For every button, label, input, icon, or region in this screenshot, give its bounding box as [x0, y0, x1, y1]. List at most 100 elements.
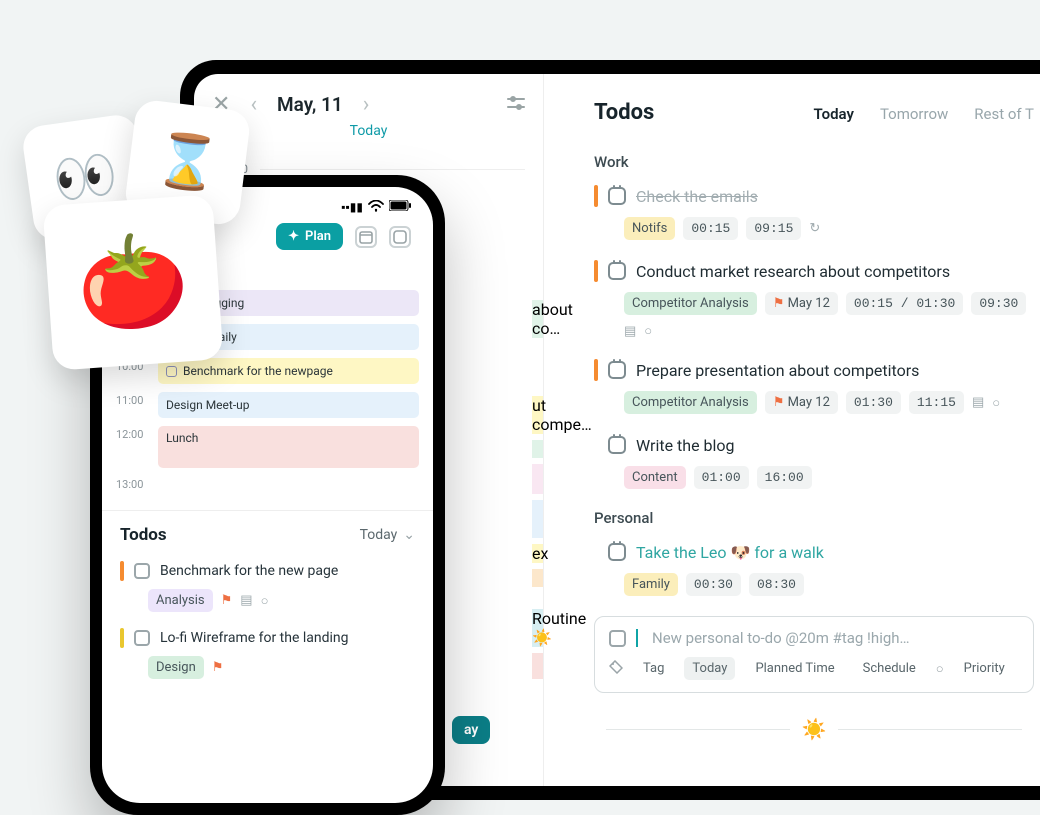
flag-icon: ⚑ [773, 296, 785, 311]
event-bar[interactable] [532, 464, 543, 494]
checkbox[interactable] [134, 630, 150, 646]
flag-icon[interactable]: ⚑ [212, 660, 224, 675]
tag-chip[interactable]: Family [624, 573, 678, 596]
calendar-button[interactable] [355, 226, 377, 248]
tag-chip[interactable]: Design [148, 656, 204, 679]
date-tabs: Today Tomorrow Rest of T [814, 105, 1034, 123]
tag-chip[interactable]: Content [624, 466, 686, 489]
priority-indicator [120, 561, 124, 581]
todo-title: Write the blog [636, 436, 735, 455]
event-benchmark[interactable]: Benchmark for the newpage [158, 358, 419, 384]
tag-chip[interactable]: Competitor Analysis [624, 391, 757, 414]
todo-title: Prepare presentation about competitors [636, 361, 919, 380]
todo-title: Take the Leo 🐶 for a walk [636, 543, 824, 562]
time-chip: 09:30 [971, 292, 1026, 315]
signal-icon: ▪▪▮▮ [341, 200, 363, 214]
event-bar[interactable] [532, 440, 543, 458]
todo-item[interactable]: Check the emails Notifs 00:15 09:15 ↻ [594, 185, 1034, 240]
emoji-card-tomato: 🍅 [42, 194, 223, 370]
opt-today[interactable]: Today [684, 657, 735, 680]
new-todo-placeholder: New personal to-do @20m #tag !high… [652, 629, 910, 647]
calendar-icon [608, 262, 626, 280]
date-selector[interactable]: Today ⌄ [360, 527, 415, 543]
opt-planned-time[interactable]: Planned Time [747, 657, 842, 680]
checkbox[interactable] [134, 563, 150, 579]
priority-indicator [594, 185, 598, 207]
duration-chip: 00:15 / 01:30 [846, 292, 963, 315]
event-bar[interactable]: ex [532, 544, 543, 563]
duration-chip: 01:30 [846, 391, 901, 414]
tag-chip[interactable]: Notifs [624, 217, 675, 240]
circle-icon: ○ [936, 661, 944, 677]
chevron-right-icon[interactable]: › [363, 92, 370, 117]
today-link[interactable]: Today [212, 123, 525, 139]
today-pill[interactable]: ay [452, 716, 490, 744]
todo-title: Benchmark for the new page [160, 563, 338, 579]
duration-chip: 00:30 [686, 573, 741, 596]
circle-icon[interactable]: ○ [644, 323, 652, 339]
chevron-left-icon[interactable]: ‹ [250, 92, 257, 117]
calendar-icon [608, 187, 626, 205]
date-title: May, 11 [277, 93, 343, 116]
new-todo-composer[interactable]: New personal to-do @20m #tag !high… Tag … [594, 616, 1034, 693]
event-lunch[interactable]: Lunch [158, 426, 419, 468]
event-bar[interactable]: about co… [532, 300, 543, 338]
todo-item[interactable]: Benchmark for the new page Analysis ⚑ ▤ … [120, 561, 415, 612]
priority-indicator [594, 541, 598, 563]
opt-priority[interactable]: Priority [956, 657, 1013, 680]
todo-item[interactable]: Prepare presentation about competitors C… [594, 359, 1034, 414]
settings-icon[interactable] [507, 94, 525, 115]
opt-schedule[interactable]: Schedule [855, 657, 924, 680]
note-icon[interactable]: ▤ [240, 593, 252, 608]
calendar-icon [608, 361, 626, 379]
plan-button[interactable]: ✦ Plan [276, 223, 343, 250]
flag-chip[interactable]: ⚑ May 12 [765, 292, 838, 315]
event-bar[interactable] [532, 653, 543, 679]
event-design-meetup[interactable]: Design Meet-up [158, 392, 419, 418]
todo-item[interactable]: Conduct market research about competitor… [594, 260, 1034, 339]
event-bar[interactable] [532, 500, 543, 538]
chevron-down-icon: ⌄ [403, 527, 415, 543]
sunset-separator: ☀️ [594, 717, 1034, 741]
flag-icon[interactable]: ⚑ [221, 593, 233, 608]
tab-rest[interactable]: Rest of T [974, 105, 1034, 123]
battery-icon [389, 200, 411, 214]
priority-indicator [120, 628, 124, 648]
checkbox[interactable] [609, 630, 626, 647]
list-button[interactable] [389, 226, 411, 248]
tomato-icon: 🍅 [73, 226, 192, 339]
circle-icon[interactable]: ○ [992, 395, 1000, 411]
hour-label: 12:00 [116, 426, 148, 441]
tab-today[interactable]: Today [814, 105, 854, 123]
note-icon[interactable]: ▤ [624, 324, 636, 339]
event-bar[interactable]: ut compe… [532, 396, 543, 434]
tag-icon [609, 660, 623, 678]
time-chip: 08:30 [749, 573, 804, 596]
duration-chip: 00:15 [683, 217, 738, 240]
opt-tag[interactable]: Tag [635, 657, 672, 680]
page-title: Todos [594, 100, 654, 125]
circle-icon[interactable]: ○ [261, 593, 269, 609]
hourglass-icon: ⌛ [152, 128, 224, 196]
tag-chip[interactable]: Analysis [148, 589, 213, 612]
phone-todos-section: Todos Today ⌄ Benchmark for the new page… [102, 510, 433, 693]
repeat-icon: ↻ [809, 221, 820, 236]
event-bar[interactable] [532, 569, 543, 587]
checkbox-small[interactable] [166, 366, 177, 377]
flag-chip[interactable]: ⚑ May 12 [765, 391, 838, 414]
todo-title: Check the emails [636, 187, 758, 206]
time-chip: 11:15 [909, 391, 964, 414]
flag-icon: ⚑ [773, 395, 785, 410]
sparkle-icon: ✦ [288, 229, 299, 244]
todo-item[interactable]: Write the blog Content 01:00 16:00 [594, 434, 1034, 489]
calendar-icon [608, 436, 626, 454]
todos-heading: Todos Today ⌄ [120, 525, 415, 545]
calendar-icon [608, 543, 626, 561]
event-bar[interactable]: Routine ☀️ [532, 609, 543, 647]
todo-item[interactable]: Take the Leo 🐶 for a walk Family 00:30 0… [594, 541, 1034, 596]
tab-tomorrow[interactable]: Tomorrow [880, 105, 948, 123]
hour-label: 11:00 [116, 392, 148, 407]
note-icon[interactable]: ▤ [972, 395, 984, 410]
todo-item[interactable]: Lo-fi Wireframe for the landing Design ⚑ [120, 628, 415, 679]
tag-chip[interactable]: Competitor Analysis [624, 292, 757, 315]
